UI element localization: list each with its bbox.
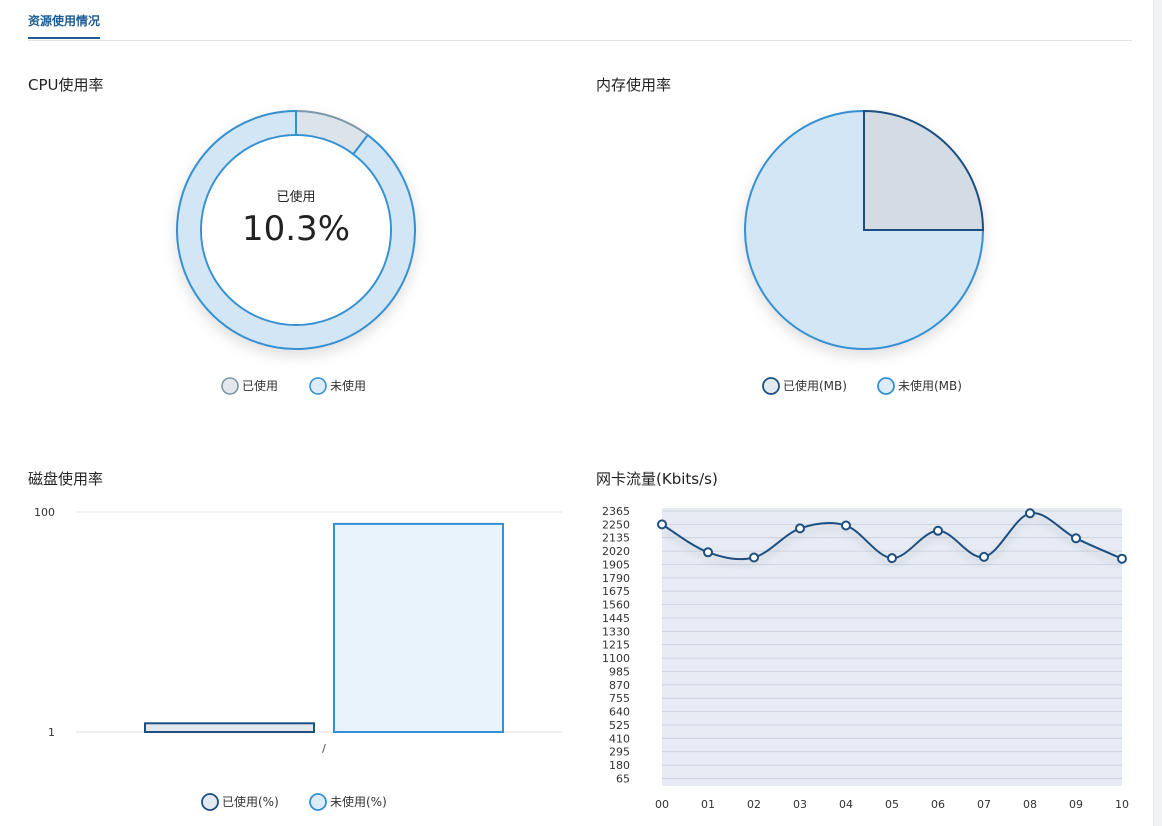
network-y-tick-label: 1790 — [602, 572, 630, 585]
network-y-tick-label: 870 — [609, 679, 630, 692]
memory-slice-used[interactable] — [863, 109, 985, 231]
disk-y-tick-label: 100 — [34, 506, 55, 519]
network-x-tick-label: 04 — [839, 798, 853, 811]
network-y-tick-label: 1330 — [602, 625, 630, 638]
network-y-tick-label: 2135 — [602, 532, 630, 545]
network-x-tick-label: 10 — [1115, 798, 1129, 811]
disk-bar-chart: 1 100 / 已使用(%) 未使用(%) — [34, 506, 562, 811]
disk-legend-unused-swatch[interactable] — [309, 793, 327, 811]
network-y-tick-label: 2365 — [602, 505, 630, 518]
network-y-tick-label: 295 — [609, 746, 630, 759]
network-plot-background — [662, 508, 1122, 786]
memory-legend-used-label[interactable]: 已使用(MB) — [783, 378, 847, 393]
disk-legend: 已使用(%) 未使用(%) — [201, 793, 387, 811]
memory-legend-unused-swatch[interactable] — [877, 377, 895, 395]
network-x-tick-label: 08 — [1023, 798, 1037, 811]
network-x-tick-label: 06 — [931, 798, 945, 811]
cpu-legend-used-swatch[interactable] — [221, 377, 239, 395]
disk-bar-used[interactable] — [144, 722, 315, 733]
network-y-tick-label: 755 — [609, 692, 630, 705]
disk-legend-used-label[interactable]: 已使用(%) — [222, 794, 279, 809]
network-data-point[interactable] — [657, 519, 667, 530]
network-x-tick-label: 05 — [885, 798, 899, 811]
network-x-tick-label: 01 — [701, 798, 715, 811]
network-data-point[interactable] — [841, 520, 851, 531]
network-y-tick-label: 1675 — [602, 585, 630, 598]
network-data-point[interactable] — [703, 547, 713, 558]
cpu-legend-unused-label[interactable]: 未使用 — [330, 378, 366, 393]
network-x-tick-label: 02 — [747, 798, 761, 811]
network-y-tick-label: 985 — [609, 666, 630, 679]
network-y-tick-label: 2020 — [602, 545, 630, 558]
network-y-tick-label: 1445 — [602, 612, 630, 625]
network-data-point[interactable] — [933, 525, 943, 536]
cpu-donut-chart: 已使用 10.3% 已使用 未使用 — [176, 109, 416, 395]
network-y-tick-label: 410 — [609, 732, 630, 745]
network-area-chart: 6518029541052564075587098511001215133014… — [602, 505, 1129, 811]
network-data-point[interactable] — [887, 553, 897, 564]
disk-category-label: / — [322, 742, 326, 755]
network-x-tick-label: 03 — [793, 798, 807, 811]
network-data-point[interactable] — [1025, 508, 1035, 519]
disk-y-tick-label: 1 — [48, 726, 55, 739]
disk-legend-used-swatch[interactable] — [201, 793, 219, 811]
network-y-tick-label: 1560 — [602, 599, 630, 612]
memory-legend-used-swatch[interactable] — [762, 377, 780, 395]
network-y-tick-label: 1100 — [602, 652, 630, 665]
network-data-point[interactable] — [1117, 553, 1127, 564]
disk-legend-unused-label[interactable]: 未使用(%) — [330, 794, 387, 809]
cpu-legend-unused-swatch[interactable] — [309, 377, 327, 395]
memory-legend-unused-label[interactable]: 未使用(MB) — [898, 378, 962, 393]
network-y-tick-label: 1905 — [602, 559, 630, 572]
cpu-center-value: 10.3% — [242, 209, 350, 249]
cpu-center-label: 已使用 — [276, 189, 315, 205]
network-y-tick-label: 180 — [609, 759, 630, 772]
charts-canvas: 已使用 10.3% 已使用 未使用 已使用(MB) 未使用(MB) 1100 /… — [34, 109, 1129, 811]
network-y-tick-label: 2250 — [602, 518, 630, 531]
network-data-point[interactable] — [749, 552, 759, 563]
network-y-tick-label: 525 — [609, 719, 630, 732]
network-x-tick-label: 07 — [977, 798, 991, 811]
memory-legend: 已使用(MB) 未使用(MB) — [762, 377, 962, 395]
network-y-tick-label: 1215 — [602, 639, 630, 652]
network-y-tick-label: 640 — [609, 706, 630, 719]
cpu-legend: 已使用 未使用 — [221, 377, 366, 395]
network-data-point[interactable] — [795, 523, 805, 534]
cpu-legend-used-label[interactable]: 已使用 — [242, 378, 278, 393]
network-x-tick-label: 00 — [655, 798, 669, 811]
disk-bar-unused[interactable] — [333, 522, 504, 734]
scrollbar[interactable] — [1153, 0, 1162, 826]
network-y-tick-label: 65 — [616, 772, 630, 785]
network-data-point[interactable] — [979, 551, 989, 562]
network-x-tick-label: 09 — [1069, 798, 1083, 811]
memory-pie-chart: 已使用(MB) 未使用(MB) — [744, 109, 985, 395]
network-data-point[interactable] — [1071, 533, 1081, 544]
resource-usage-page: 资源使用情况 CPU使用率 内存使用率 磁盘使用率 网卡流量(Kbits/s) … — [0, 0, 1162, 826]
